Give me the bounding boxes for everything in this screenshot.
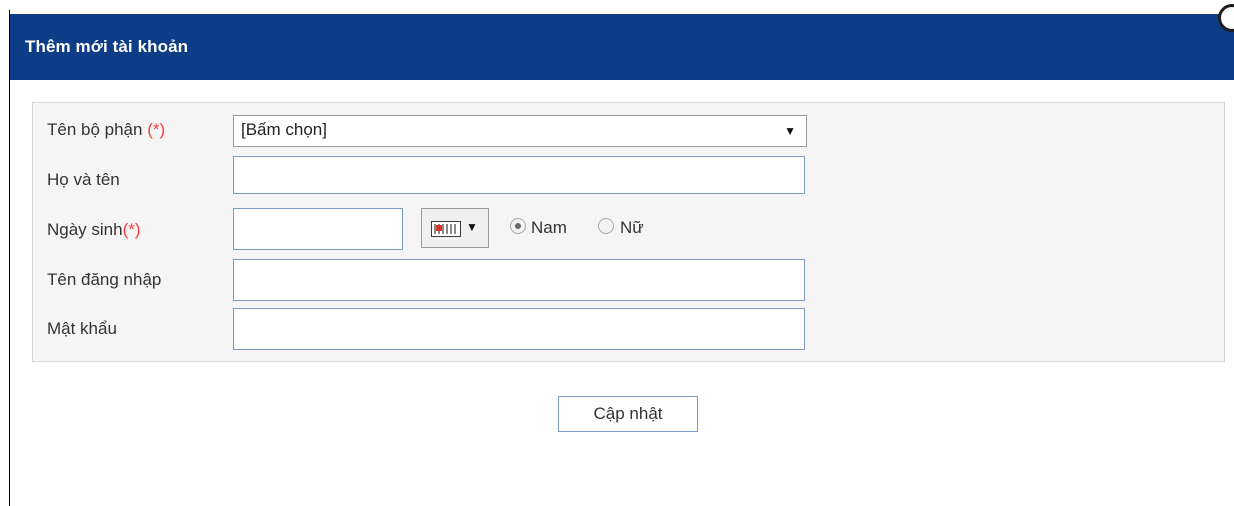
birthdate-label-text: Ngày sinh <box>47 220 123 239</box>
dialog-titlebar: Thêm mới tài khoản <box>10 14 1234 80</box>
calendar-picker-button[interactable]: ▼ <box>421 208 489 248</box>
dialog-title: Thêm mới tài khoản <box>25 37 189 56</box>
username-label: Tên đăng nhập <box>47 270 162 289</box>
gender-female-radio[interactable] <box>598 218 614 234</box>
department-selected-value: [Bấm chọn] <box>241 120 327 139</box>
fullname-input[interactable] <box>233 156 805 194</box>
account-form: Tên bộ phận (*) [Bấm chọn] ▼ Họ và tên N… <box>32 102 1225 362</box>
required-mark: (*) <box>147 120 166 139</box>
gender-male-label: Nam <box>531 218 567 237</box>
add-account-dialog: Thêm mới tài khoản Tên bộ phận (*) [Bấm … <box>10 4 1234 506</box>
password-input[interactable] <box>233 308 805 350</box>
department-select[interactable]: [Bấm chọn] ▼ <box>233 115 807 147</box>
password-label: Mật khẩu <box>47 319 117 338</box>
update-button[interactable]: Cập nhật <box>558 396 698 432</box>
department-label: Tên bộ phận (*) <box>47 120 165 140</box>
username-input[interactable] <box>233 259 805 301</box>
department-label-text: Tên bộ phận <box>47 120 148 139</box>
birthdate-input[interactable] <box>233 208 403 250</box>
birthdate-label: Ngày sinh(*) <box>47 220 141 240</box>
page-backdrop-top <box>0 0 1234 14</box>
gender-female-label: Nữ <box>620 218 644 237</box>
chevron-down-icon: ▼ <box>466 220 478 234</box>
calendar-icon <box>431 221 461 237</box>
fullname-label: Họ và tên <box>47 170 120 189</box>
chevron-down-icon: ▼ <box>784 124 796 138</box>
required-mark: (*) <box>122 220 141 239</box>
gender-male-radio[interactable] <box>510 218 526 234</box>
